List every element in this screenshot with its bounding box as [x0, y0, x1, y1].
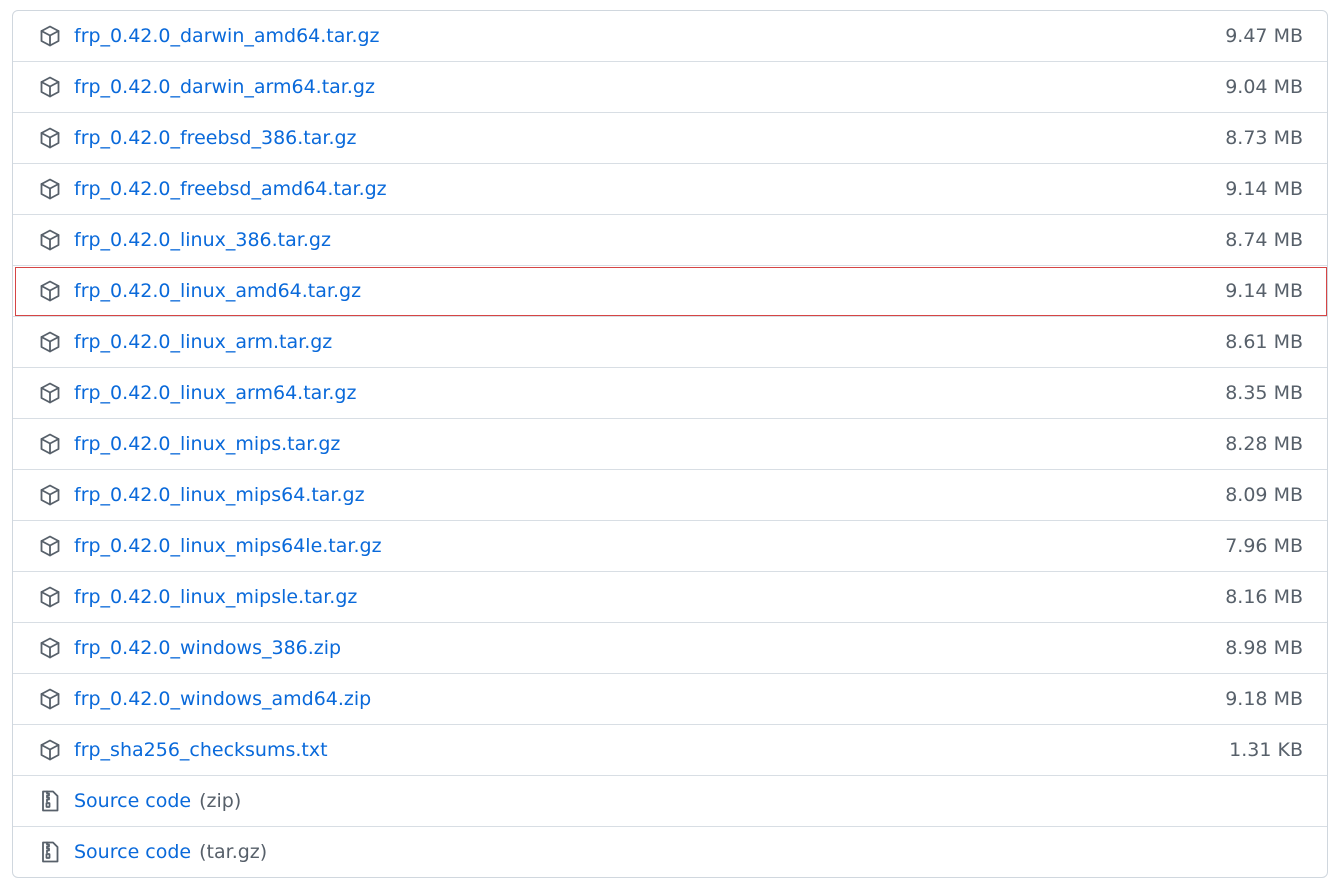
asset-download-link[interactable]: frp_0.42.0_freebsd_amd64.tar.gz — [74, 178, 387, 200]
asset-download-link[interactable]: frp_0.42.0_linux_mipsle.tar.gz — [74, 586, 357, 608]
asset-size: 9.18 MB — [1225, 688, 1303, 710]
asset-size: 8.35 MB — [1225, 382, 1303, 404]
asset-row: frp_0.42.0_freebsd_386.tar.gz 8.73 MB — [13, 112, 1327, 163]
asset-size: 8.09 MB — [1225, 484, 1303, 506]
package-icon — [38, 24, 62, 48]
asset-row: Source code (zip) — [13, 775, 1327, 826]
asset-name: Source code — [74, 790, 192, 812]
asset-download-link[interactable]: frp_0.42.0_linux_amd64.tar.gz — [74, 280, 361, 302]
package-icon — [38, 432, 62, 456]
asset-name: frp_0.42.0_linux_arm.tar.gz — [74, 331, 333, 353]
asset-size: 9.04 MB — [1225, 76, 1303, 98]
asset-download-link[interactable]: frp_0.42.0_windows_amd64.zip — [74, 688, 371, 710]
asset-download-link[interactable]: frp_0.42.0_linux_mips.tar.gz — [74, 433, 340, 455]
asset-name: frp_0.42.0_linux_arm64.tar.gz — [74, 382, 357, 404]
asset-download-link[interactable]: frp_0.42.0_linux_arm.tar.gz — [74, 331, 332, 353]
asset-download-link[interactable]: frp_0.42.0_darwin_amd64.tar.gz — [74, 25, 380, 47]
asset-row: frp_0.42.0_linux_mips64.tar.gz 8.09 MB — [13, 469, 1327, 520]
package-icon — [38, 177, 62, 201]
asset-name: frp_0.42.0_linux_mips64le.tar.gz — [74, 535, 382, 557]
asset-size: 7.96 MB — [1225, 535, 1303, 557]
asset-name: frp_0.42.0_linux_mips64.tar.gz — [74, 484, 365, 506]
package-icon — [38, 279, 62, 303]
asset-suffix: (zip) — [199, 790, 242, 812]
asset-suffix: (tar.gz) — [199, 841, 268, 863]
asset-download-link[interactable]: Source code (tar.gz) — [74, 841, 267, 863]
asset-size: 9.14 MB — [1225, 280, 1303, 302]
asset-row: frp_sha256_checksums.txt 1.31 KB — [13, 724, 1327, 775]
asset-download-link[interactable]: frp_0.42.0_darwin_arm64.tar.gz — [74, 76, 375, 98]
asset-row: frp_0.42.0_linux_arm64.tar.gz 8.35 MB — [13, 367, 1327, 418]
package-icon — [38, 534, 62, 558]
asset-name: Source code — [74, 841, 192, 863]
asset-size: 8.74 MB — [1225, 229, 1303, 251]
file-zip-icon — [38, 840, 62, 864]
asset-size: 8.73 MB — [1225, 127, 1303, 149]
package-icon — [38, 381, 62, 405]
asset-name: frp_sha256_checksums.txt — [74, 739, 328, 761]
asset-name: frp_0.42.0_windows_amd64.zip — [74, 688, 372, 710]
file-zip-icon — [38, 789, 62, 813]
package-icon — [38, 636, 62, 660]
asset-download-link[interactable]: frp_0.42.0_linux_386.tar.gz — [74, 229, 331, 251]
asset-row: Source code (tar.gz) — [13, 826, 1327, 877]
asset-download-link[interactable]: frp_0.42.0_linux_mips64.tar.gz — [74, 484, 365, 506]
asset-name: frp_0.42.0_linux_amd64.tar.gz — [74, 280, 362, 302]
asset-name: frp_0.42.0_linux_mipsle.tar.gz — [74, 586, 358, 608]
asset-size: 8.28 MB — [1225, 433, 1303, 455]
asset-row: frp_0.42.0_linux_amd64.tar.gz 9.14 MB — [13, 265, 1327, 316]
asset-row: frp_0.42.0_linux_mips.tar.gz 8.28 MB — [13, 418, 1327, 469]
package-icon — [38, 483, 62, 507]
asset-row: frp_0.42.0_darwin_arm64.tar.gz 9.04 MB — [13, 61, 1327, 112]
package-icon — [38, 228, 62, 252]
asset-size: 8.98 MB — [1225, 637, 1303, 659]
asset-size: 9.14 MB — [1225, 178, 1303, 200]
asset-name: frp_0.42.0_freebsd_386.tar.gz — [74, 127, 357, 149]
package-icon — [38, 738, 62, 762]
asset-row: frp_0.42.0_windows_amd64.zip 9.18 MB — [13, 673, 1327, 724]
asset-row: frp_0.42.0_windows_386.zip 8.98 MB — [13, 622, 1327, 673]
asset-download-link[interactable]: Source code (zip) — [74, 790, 241, 812]
package-icon — [38, 687, 62, 711]
asset-size: 8.61 MB — [1225, 331, 1303, 353]
asset-row: frp_0.42.0_linux_386.tar.gz 8.74 MB — [13, 214, 1327, 265]
asset-size: 9.47 MB — [1225, 25, 1303, 47]
package-icon — [38, 585, 62, 609]
asset-row: frp_0.42.0_linux_mipsle.tar.gz 8.16 MB — [13, 571, 1327, 622]
asset-size: 1.31 KB — [1229, 739, 1303, 761]
asset-download-link[interactable]: frp_0.42.0_linux_arm64.tar.gz — [74, 382, 356, 404]
asset-size: 8.16 MB — [1225, 586, 1303, 608]
package-icon — [38, 126, 62, 150]
package-icon — [38, 330, 62, 354]
asset-name: frp_0.42.0_windows_386.zip — [74, 637, 342, 659]
asset-row: frp_0.42.0_linux_arm.tar.gz 8.61 MB — [13, 316, 1327, 367]
package-icon — [38, 75, 62, 99]
release-assets-list: frp_0.42.0_darwin_amd64.tar.gz 9.47 MB f… — [12, 10, 1328, 878]
asset-name: frp_0.42.0_linux_386.tar.gz — [74, 229, 331, 251]
asset-row: frp_0.42.0_freebsd_amd64.tar.gz 9.14 MB — [13, 163, 1327, 214]
asset-name: frp_0.42.0_darwin_amd64.tar.gz — [74, 25, 380, 47]
asset-name: frp_0.42.0_freebsd_amd64.tar.gz — [74, 178, 387, 200]
asset-download-link[interactable]: frp_0.42.0_linux_mips64le.tar.gz — [74, 535, 382, 557]
asset-download-link[interactable]: frp_0.42.0_freebsd_386.tar.gz — [74, 127, 357, 149]
asset-row: frp_0.42.0_linux_mips64le.tar.gz 7.96 MB — [13, 520, 1327, 571]
asset-list: frp_0.42.0_darwin_amd64.tar.gz 9.47 MB f… — [13, 11, 1327, 877]
asset-download-link[interactable]: frp_0.42.0_windows_386.zip — [74, 637, 341, 659]
asset-name: frp_0.42.0_darwin_arm64.tar.gz — [74, 76, 375, 98]
asset-download-link[interactable]: frp_sha256_checksums.txt — [74, 739, 328, 761]
asset-name: frp_0.42.0_linux_mips.tar.gz — [74, 433, 341, 455]
asset-row: frp_0.42.0_darwin_amd64.tar.gz 9.47 MB — [13, 11, 1327, 61]
